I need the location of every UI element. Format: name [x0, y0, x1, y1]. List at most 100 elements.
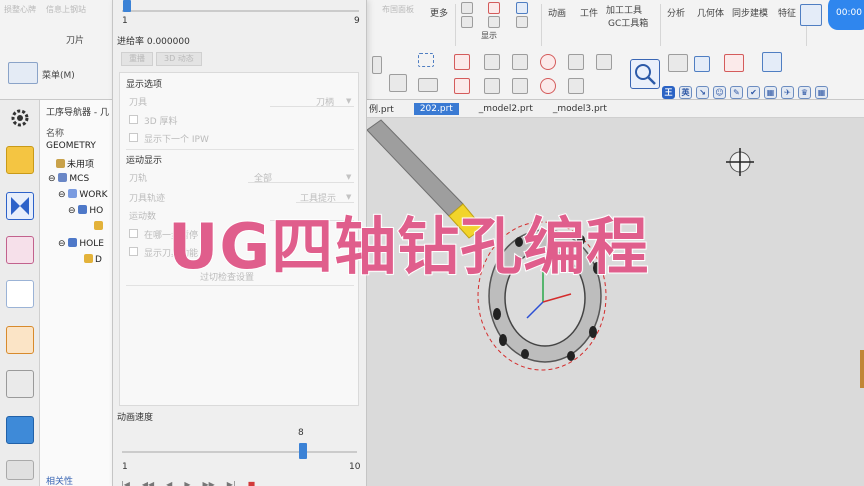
- viewport-tool-icon[interactable]: [694, 56, 710, 72]
- box-select-icon[interactable]: [418, 53, 434, 67]
- show-tool-motion-checkbox[interactable]: [129, 247, 138, 256]
- step-last-button[interactable]: ▶|: [227, 480, 236, 486]
- column-name-header[interactable]: 名称: [46, 126, 64, 139]
- menu-button[interactable]: 菜单(M): [42, 68, 75, 81]
- viewport-tool-icon[interactable]: [668, 54, 688, 72]
- mini-toolbar-item[interactable]: ☺: [713, 85, 726, 99]
- assembly-icon[interactable]: [6, 326, 34, 354]
- tool-dropdown[interactable]: [270, 93, 354, 107]
- mini-toolbar-item[interactable]: ♛: [798, 85, 811, 99]
- viewport-tool-icon[interactable]: [724, 54, 744, 72]
- view-cube-icon[interactable]: [389, 74, 407, 92]
- gc-toolbox-menu[interactable]: GC工具箱: [608, 16, 648, 29]
- selection-frame-icon[interactable]: [630, 59, 660, 89]
- mini-toolbar-item[interactable]: ✈: [781, 85, 794, 99]
- sync-model-menu[interactable]: 同步建模: [732, 6, 768, 19]
- operation-navigator-icon[interactable]: [6, 146, 34, 174]
- tree-node[interactable]: ⊖ MCS: [48, 173, 89, 184]
- viewport-edge-tab[interactable]: [860, 350, 864, 388]
- mini-toolbar: 王 英 ↘ ☺ ✎ ✔ ▦ ✈ ♛ ▦: [658, 84, 864, 100]
- display-tool-icon[interactable]: [488, 16, 500, 28]
- motion-count-label: 运动数: [129, 212, 157, 222]
- unused-folder-icon: [56, 159, 65, 168]
- mini-toolbar-item[interactable]: ✎: [730, 85, 743, 99]
- gear-icon[interactable]: [6, 104, 34, 132]
- top-slider-thumb[interactable]: [123, 0, 131, 12]
- snap-circle-icon[interactable]: [540, 54, 556, 70]
- mini-toolbar-item[interactable]: 王: [662, 85, 675, 99]
- tab-3d-dynamic[interactable]: 3D 动态: [156, 52, 202, 66]
- display-tool-icon[interactable]: [461, 16, 473, 28]
- analysis-menu[interactable]: 分析: [667, 6, 685, 19]
- animate-menu[interactable]: 动画: [548, 6, 566, 19]
- file-tab[interactable]: _model2.prt: [479, 104, 533, 114]
- tree-node[interactable]: [94, 221, 105, 232]
- top-slider-track[interactable]: [122, 10, 359, 12]
- file-tab[interactable]: 例.prt: [369, 102, 394, 115]
- reuse-library-icon[interactable]: [6, 370, 34, 398]
- pause-on-step-checkbox[interactable]: [129, 229, 138, 238]
- feature-menu[interactable]: 特征: [778, 6, 796, 19]
- menu-icon[interactable]: [8, 62, 38, 84]
- graphics-viewport[interactable]: [367, 118, 864, 486]
- animation-speed-track[interactable]: [122, 451, 357, 453]
- display-tool-icon[interactable]: [488, 2, 500, 14]
- tab-replay[interactable]: 重播: [121, 52, 153, 66]
- toolpath-dropdown-value: 全部: [254, 174, 273, 184]
- snap-circle-icon[interactable]: [540, 78, 556, 94]
- snap-midpoint-icon[interactable]: [568, 54, 584, 70]
- show-next-ipw-checkbox[interactable]: [129, 133, 138, 142]
- workpiece-icon: [68, 189, 78, 198]
- animation-speed-min: 1: [122, 462, 128, 472]
- snap-curve-icon[interactable]: [512, 78, 528, 94]
- feature-tool-icon[interactable]: [800, 4, 822, 26]
- play-button[interactable]: ▶: [184, 480, 190, 486]
- file-tab[interactable]: _model3.prt: [553, 104, 607, 114]
- file-tab-active[interactable]: 202.prt: [413, 102, 459, 115]
- tree-node[interactable]: D: [84, 254, 102, 265]
- fast-forward-button[interactable]: ▶▶: [202, 480, 214, 486]
- tree-node[interactable]: GEOMETRY: [46, 141, 96, 151]
- display-tool-icon[interactable]: [461, 2, 473, 14]
- snap-midpoint-icon[interactable]: [568, 78, 584, 94]
- history-icon[interactable]: [6, 416, 34, 444]
- tree-node[interactable]: ⊖ HOLE: [58, 238, 104, 249]
- snap-endpoint-icon[interactable]: [596, 54, 612, 70]
- snap-curve-icon[interactable]: [512, 54, 528, 70]
- operation-icon: [94, 221, 103, 230]
- mini-toolbar-item[interactable]: 英: [679, 85, 692, 99]
- mini-toolbar-item[interactable]: ▦: [764, 85, 777, 99]
- 3d-material-checkbox[interactable]: [129, 115, 138, 124]
- display-tool-icon[interactable]: [516, 16, 528, 28]
- view-orient-icon[interactable]: [762, 52, 782, 72]
- stop-button[interactable]: ■: [248, 480, 256, 486]
- snap-point-icon[interactable]: [454, 54, 470, 70]
- tools-menu[interactable]: 工件: [580, 6, 598, 19]
- snap-point-icon[interactable]: [454, 78, 470, 94]
- tree-node[interactable]: ⊖ HO: [68, 205, 103, 216]
- step-back-button[interactable]: ◀: [166, 480, 172, 486]
- tree-node[interactable]: 未用项: [56, 157, 94, 170]
- tool-path-icon[interactable]: [6, 280, 34, 308]
- select-filter-icon[interactable]: [372, 56, 382, 74]
- snap-line-icon[interactable]: [484, 54, 500, 70]
- step-first-button[interactable]: |◀: [121, 480, 130, 486]
- display-tool-icon[interactable]: [516, 2, 528, 14]
- mini-toolbar-item[interactable]: ▦: [815, 85, 828, 99]
- mini-toolbar-item[interactable]: ↘: [696, 85, 709, 99]
- add-tools-menu[interactable]: 加工工具: [606, 3, 642, 16]
- mini-toolbar-item[interactable]: ✔: [747, 85, 760, 99]
- tree-node[interactable]: ⊖ WORK: [58, 189, 108, 200]
- geometry-menu[interactable]: 几何体: [697, 6, 724, 19]
- part-navigator-icon[interactable]: [6, 236, 34, 264]
- machine-tool-icon[interactable]: [6, 192, 34, 220]
- rewind-button[interactable]: ◀◀: [142, 480, 154, 486]
- snap-line-icon[interactable]: [484, 78, 500, 94]
- animation-speed-thumb[interactable]: [298, 443, 307, 459]
- tree-node-label: HO: [89, 206, 104, 216]
- toolpath-motion-label: 刀具轨迹: [129, 194, 166, 204]
- more-menu[interactable]: 更多: [430, 6, 448, 19]
- render-style-icon[interactable]: [418, 78, 438, 92]
- related-panel-header[interactable]: 相关性: [46, 474, 73, 486]
- more-tools-icon[interactable]: [6, 460, 34, 480]
